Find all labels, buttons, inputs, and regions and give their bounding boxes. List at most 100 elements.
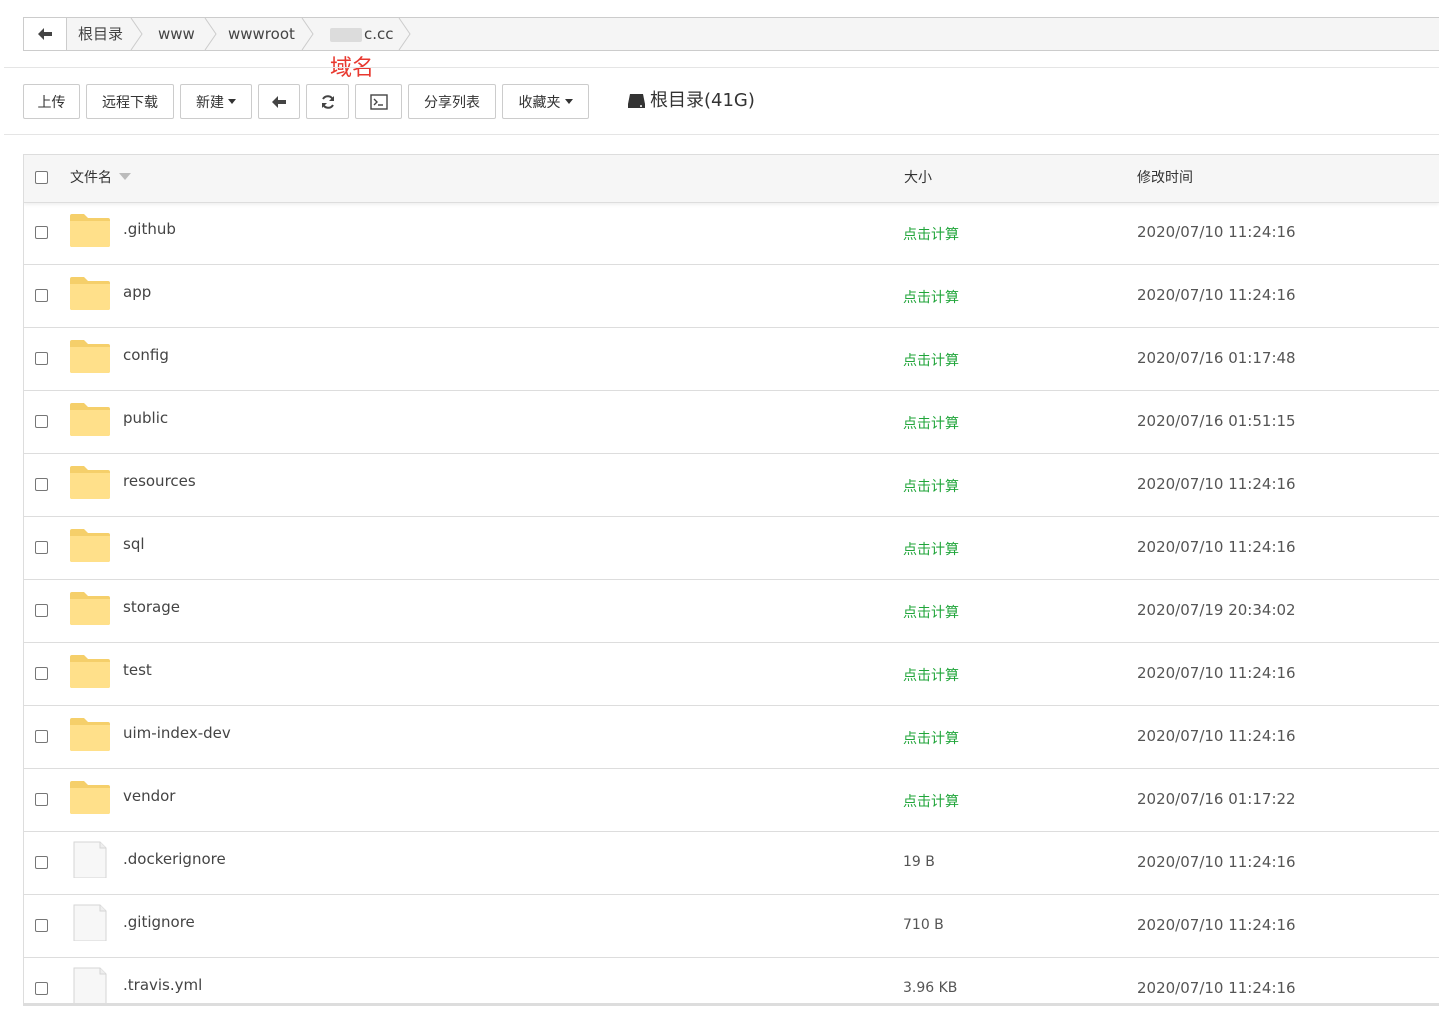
remote-download-button[interactable]: 远程下载 [86, 84, 174, 119]
file-name[interactable]: test [123, 661, 152, 679]
folder-icon[interactable] [69, 653, 111, 689]
select-all-checkbox[interactable] [35, 171, 48, 184]
modified-time: 2020/07/10 11:24:16 [1137, 853, 1296, 871]
file-icon[interactable] [69, 840, 111, 879]
row-checkbox[interactable] [35, 352, 48, 365]
table-row[interactable]: resources 点击计算 2020/07/10 11:24:16 [24, 454, 1439, 517]
row-checkbox[interactable] [35, 541, 48, 554]
folder-icon[interactable] [69, 212, 111, 248]
table-row[interactable]: .gitignore 710 B 2020/07/10 11:24:16 [24, 895, 1439, 958]
row-checkbox[interactable] [35, 730, 48, 743]
calculate-size-link[interactable]: 点击计算 [903, 224, 959, 244]
table-row[interactable]: sql 点击计算 2020/07/10 11:24:16 [24, 517, 1439, 580]
modified-time: 2020/07/10 11:24:16 [1137, 979, 1296, 997]
calculate-size-link[interactable]: 点击计算 [903, 539, 959, 559]
modified-time: 2020/07/19 20:34:02 [1137, 601, 1296, 619]
column-name-label: 文件名 [70, 170, 112, 186]
caret-down-icon [564, 99, 573, 104]
calculate-size-link[interactable]: 点击计算 [903, 665, 959, 685]
divider [4, 134, 1439, 135]
folder-icon[interactable] [69, 527, 111, 563]
table-row[interactable]: config 点击计算 2020/07/16 01:17:48 [24, 328, 1439, 391]
file-name[interactable]: sql [123, 535, 145, 553]
breadcrumb: 根目录 www wwwroot c.cc [23, 17, 1439, 51]
new-button[interactable]: 新建 [180, 84, 252, 119]
caret-down-icon [228, 99, 236, 104]
modified-time: 2020/07/10 11:24:16 [1137, 286, 1296, 304]
file-name[interactable]: resources [123, 472, 196, 490]
breadcrumb-wwwroot[interactable]: wwwroot [228, 18, 295, 50]
go-back-button[interactable] [258, 84, 300, 119]
file-name[interactable]: .dockerignore [123, 850, 226, 868]
row-checkbox[interactable] [35, 289, 48, 302]
file-icon[interactable] [69, 903, 111, 942]
favorites-button[interactable]: 收藏夹 [502, 84, 589, 119]
modified-time: 2020/07/10 11:24:16 [1137, 727, 1296, 745]
calculate-size-link[interactable]: 点击计算 [903, 413, 959, 433]
row-checkbox[interactable] [35, 415, 48, 428]
folder-icon[interactable] [69, 338, 111, 374]
terminal-button[interactable] [355, 84, 402, 119]
favorites-button-label: 收藏夹 [518, 94, 561, 111]
folder-icon[interactable] [69, 401, 111, 437]
breadcrumb-site[interactable]: c.cc [330, 18, 394, 50]
calculate-size-link[interactable]: 点击计算 [903, 728, 959, 748]
table-row[interactable]: .travis.yml 3.96 KB 2020/07/10 11:24:16 [24, 958, 1439, 1004]
share-list-button[interactable]: 分享列表 [408, 84, 496, 119]
folder-icon[interactable] [69, 275, 111, 311]
folder-icon[interactable] [69, 779, 111, 815]
column-header-size[interactable]: 大小 [904, 155, 932, 202]
folder-icon[interactable] [69, 464, 111, 500]
table-bottom-border [23, 1003, 1439, 1006]
file-name[interactable]: .gitignore [123, 913, 195, 931]
back-button[interactable] [24, 18, 67, 50]
file-name[interactable]: config [123, 346, 169, 364]
column-header-name[interactable]: 文件名 [70, 155, 131, 202]
modified-time: 2020/07/10 11:24:16 [1137, 538, 1296, 556]
row-checkbox[interactable] [35, 793, 48, 806]
table-row[interactable]: .github 点击计算 2020/07/10 11:24:16 [24, 202, 1439, 265]
file-name[interactable]: public [123, 409, 168, 427]
calculate-size-link[interactable]: 点击计算 [903, 791, 959, 811]
file-icon[interactable] [69, 966, 111, 1004]
table-row[interactable]: test 点击计算 2020/07/10 11:24:16 [24, 643, 1439, 706]
table-row[interactable]: .dockerignore 19 B 2020/07/10 11:24:16 [24, 832, 1439, 895]
file-name[interactable]: uim-index-dev [123, 724, 231, 742]
row-checkbox[interactable] [35, 478, 48, 491]
table-row[interactable]: uim-index-dev 点击计算 2020/07/10 11:24:16 [24, 706, 1439, 769]
folder-icon[interactable] [69, 590, 111, 626]
modified-time: 2020/07/16 01:51:15 [1137, 412, 1296, 430]
file-name[interactable]: .github [123, 220, 176, 238]
file-name[interactable]: storage [123, 598, 180, 616]
column-header-mtime[interactable]: 修改时间 [1137, 155, 1193, 202]
upload-button[interactable]: 上传 [23, 84, 80, 119]
refresh-icon [321, 94, 334, 109]
table-row[interactable]: app 点击计算 2020/07/10 11:24:16 [24, 265, 1439, 328]
disk-label: 根目录(41G) [650, 90, 755, 111]
table-row[interactable]: vendor 点击计算 2020/07/16 01:17:22 [24, 769, 1439, 832]
row-checkbox[interactable] [35, 856, 48, 869]
calculate-size-link[interactable]: 点击计算 [903, 350, 959, 370]
breadcrumb-www[interactable]: www [158, 18, 195, 50]
table-row[interactable]: storage 点击计算 2020/07/19 20:34:02 [24, 580, 1439, 643]
arrow-left-icon [272, 95, 286, 108]
row-checkbox[interactable] [35, 604, 48, 617]
new-button-label: 新建 [196, 94, 224, 111]
row-checkbox[interactable] [35, 667, 48, 680]
row-checkbox[interactable] [35, 919, 48, 932]
calculate-size-link[interactable]: 点击计算 [903, 602, 959, 622]
row-checkbox[interactable] [35, 226, 48, 239]
file-name[interactable]: vendor [123, 787, 175, 805]
disk-info[interactable]: 根目录(41G) [627, 88, 755, 114]
row-checkbox[interactable] [35, 982, 48, 995]
terminal-icon [369, 93, 388, 110]
calculate-size-link[interactable]: 点击计算 [903, 476, 959, 496]
folder-icon[interactable] [69, 716, 111, 752]
sort-caret-icon [119, 172, 131, 180]
file-name[interactable]: .travis.yml [123, 976, 202, 994]
table-row[interactable]: public 点击计算 2020/07/16 01:51:15 [24, 391, 1439, 454]
breadcrumb-root[interactable]: 根目录 [78, 18, 123, 50]
file-name[interactable]: app [123, 283, 151, 301]
refresh-button[interactable] [306, 84, 349, 119]
calculate-size-link[interactable]: 点击计算 [903, 287, 959, 307]
